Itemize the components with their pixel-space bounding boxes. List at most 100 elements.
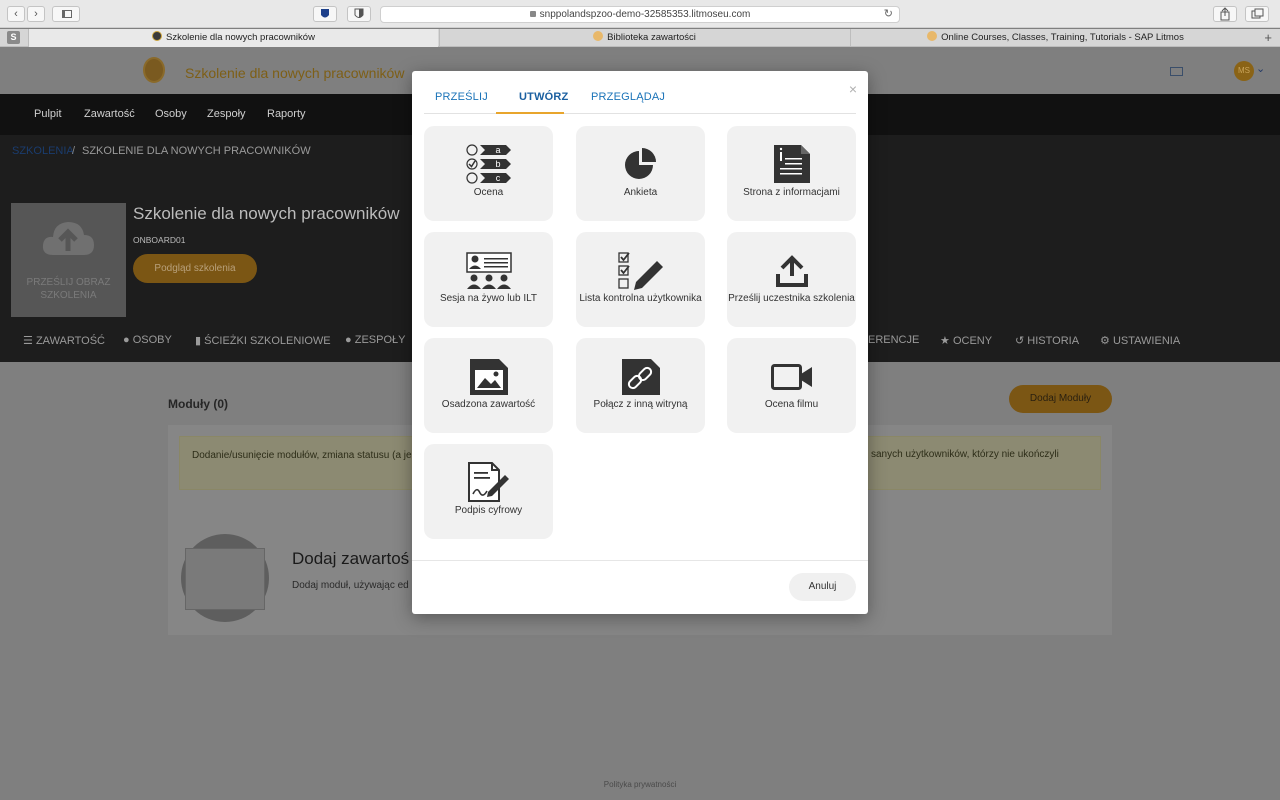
tile-ocena-filmu[interactable]: Ocena filmu	[727, 338, 856, 433]
privacy-policy-link[interactable]: Polityka prywatności	[0, 780, 1280, 789]
reload-icon[interactable]: ↻	[884, 7, 893, 22]
browser-tab-sap-litmos[interactable]: Online Courses, Classes, Training, Tutor…	[850, 29, 1260, 47]
tile-strona-z-informacjami[interactable]: Strona z informacjami	[727, 126, 856, 221]
subnav-zespoly[interactable]: ● ZESPOŁY	[345, 334, 405, 346]
nav-item-raporty[interactable]: Raporty	[267, 108, 306, 120]
course-code: ONBOARD01	[133, 235, 186, 245]
extension-shield-button[interactable]	[313, 6, 337, 22]
tile-label: Ocena filmu	[764, 399, 819, 410]
litmos-logo-icon[interactable]	[143, 57, 165, 83]
list-icon: ☰	[23, 335, 33, 347]
signature-icon	[467, 462, 509, 502]
active-tab-indicator	[496, 112, 564, 114]
add-modules-button[interactable]: Dodaj Moduły	[1009, 385, 1112, 413]
cover-upload-label: PRZEŚLIJ OBRAZ SZKOLENIA	[26, 277, 111, 301]
live-session-icon	[465, 252, 512, 289]
breadcrumb-separator: /	[72, 145, 76, 157]
back-button[interactable]: ‹	[7, 6, 25, 22]
option-letter: a	[495, 145, 500, 155]
nav-item-zespoly[interactable]: Zespoły	[207, 108, 246, 120]
tile-label: Ocena	[473, 187, 504, 198]
browser-tabbar: S Szkolenie dla nowych pracowników Bibli…	[0, 29, 1280, 47]
subnav-ustawienia[interactable]: ⚙ USTAWIENIA	[1100, 334, 1180, 347]
tile-label: Połącz z inną witryną	[593, 399, 688, 410]
subnav-zawartosc[interactable]: ☰ ZAWARTOŚĆ	[23, 334, 105, 347]
video-icon	[770, 364, 812, 390]
modal-tabs: PRZEŚLIJ UTWÓRZ PRZEGLĄDAJ	[424, 71, 856, 114]
tab-group-icon[interactable]: S	[7, 31, 20, 44]
mail-icon[interactable]	[1170, 67, 1183, 76]
book-icon: ▮	[195, 335, 202, 347]
chevron-down-icon[interactable]: ⌄	[1256, 62, 1265, 75]
modules-title: Moduły (0)	[168, 397, 228, 411]
preview-course-button[interactable]: Podgląd szkolenia	[133, 254, 257, 283]
tab-przeslij[interactable]: PRZEŚLIJ	[435, 91, 488, 103]
avatar[interactable]: MS	[1234, 61, 1254, 81]
subnav-historia[interactable]: ↺ HISTORIA	[1015, 334, 1079, 347]
new-tab-button[interactable]: +	[1264, 29, 1272, 47]
course-title: Szkolenie dla nowych pracowników	[133, 204, 400, 223]
forward-button[interactable]: ›	[27, 6, 45, 22]
shield-icon	[321, 9, 329, 18]
nav-item-pulpit[interactable]: Pulpit	[34, 108, 62, 120]
modal-footer-divider	[412, 560, 868, 561]
subnav-oceny[interactable]: ★ OCENY	[940, 334, 992, 347]
address-bar[interactable]: snppolandspzoo-demo-32585353.litmoseu.co…	[380, 6, 900, 23]
tabs-icon	[1251, 8, 1264, 19]
breadcrumb-link-szkolenia[interactable]: SZKOLENIA	[12, 135, 74, 167]
subnav-preferencje[interactable]: ERENCJE	[868, 334, 919, 346]
app-title: Szkolenie dla nowych pracowników	[185, 65, 405, 81]
course-cover-upload[interactable]: PRZEŚLIJ OBRAZ SZKOLENIA	[11, 203, 126, 317]
image-icon	[469, 359, 508, 395]
tile-ocena[interactable]: a b c Ocena	[424, 126, 553, 221]
cloud-upload-icon	[42, 222, 94, 255]
star-icon: ★	[940, 335, 950, 347]
tile-label: Osadzona zawartość	[441, 399, 536, 410]
option-letter: c	[495, 173, 500, 183]
tile-label: Prześlij uczestnika szkolenia	[728, 293, 855, 304]
tile-ankieta[interactable]: Ankieta	[576, 126, 705, 221]
subnav-sciezki[interactable]: ▮ ŚCIEŻKI SZKOLENIOWE	[195, 334, 331, 347]
tile-podpis-cyfrowy[interactable]: Podpis cyfrowy	[424, 444, 553, 539]
litmos-logo-icon	[152, 31, 163, 41]
litmos-favicon-icon	[927, 31, 938, 41]
share-icon	[1220, 7, 1230, 21]
nav-item-zawartosc[interactable]: Zawartość	[84, 108, 135, 120]
tile-sesja-na-zywo[interactable]: Sesja na żywo lub ILT	[424, 232, 553, 327]
tile-label: Sesja na żywo lub ILT	[439, 293, 538, 304]
nav-item-osoby[interactable]: Osoby	[155, 108, 187, 120]
browser-toolbar: ‹ › snppolandspzoo-demo-32585353.litmose…	[0, 0, 1280, 28]
sidebar-toggle-button[interactable]	[52, 6, 80, 22]
cancel-button[interactable]: Anuluj	[789, 573, 856, 601]
gear-icon: ⚙	[1100, 335, 1110, 347]
privacy-shield-icon	[354, 8, 364, 18]
empty-state-title: Dodaj zawartoś	[292, 549, 410, 568]
tile-lista-kontrolna[interactable]: Lista kontrolna użytkownika	[576, 232, 705, 327]
create-content-modal: × PRZEŚLIJ UTWÓRZ PRZEGLĄDAJ a b c Ocena…	[412, 71, 868, 614]
tile-label: Podpis cyfrowy	[454, 505, 523, 516]
tab-overview-button[interactable]	[1245, 6, 1269, 22]
tile-label: Ankieta	[623, 187, 658, 198]
tab-utworz[interactable]: UTWÓRZ	[519, 91, 568, 103]
tile-osadzona-zawartosc[interactable]: Osadzona zawartość	[424, 338, 553, 433]
user-icon: ●	[123, 334, 130, 346]
checklist-icon	[617, 252, 663, 290]
browser-tab-library[interactable]: Biblioteka zawartości	[439, 29, 849, 47]
tile-polacz-z-witryna[interactable]: Połącz z inną witryną	[576, 338, 705, 433]
illustration-card	[185, 548, 265, 610]
tile-przeslij-uczestnika[interactable]: Prześlij uczestnika szkolenia	[727, 232, 856, 327]
tile-label: Lista kontrolna użytkownika	[579, 293, 702, 304]
alert-text-right: sanych użytkowników, którzy nie ukończyl…	[871, 449, 1059, 460]
tile-label: Strona z informacjami	[743, 187, 840, 198]
lock-icon	[529, 11, 536, 17]
browser-tab-course[interactable]: Szkolenie dla nowych pracowników	[28, 29, 438, 47]
option-letter: b	[495, 159, 500, 169]
tab-przegladaj[interactable]: PRZEGLĄDAJ	[591, 91, 665, 103]
privacy-report-button[interactable]	[347, 6, 371, 22]
pie-chart-icon	[624, 148, 656, 179]
subnav-osoby[interactable]: ● OSOBY	[123, 334, 172, 346]
upload-icon	[775, 255, 808, 287]
share-button[interactable]	[1213, 6, 1237, 22]
breadcrumb-current: SZKOLENIE DLA NOWYCH PRACOWNIKÓW	[82, 145, 311, 157]
users-icon: ●	[345, 334, 352, 346]
